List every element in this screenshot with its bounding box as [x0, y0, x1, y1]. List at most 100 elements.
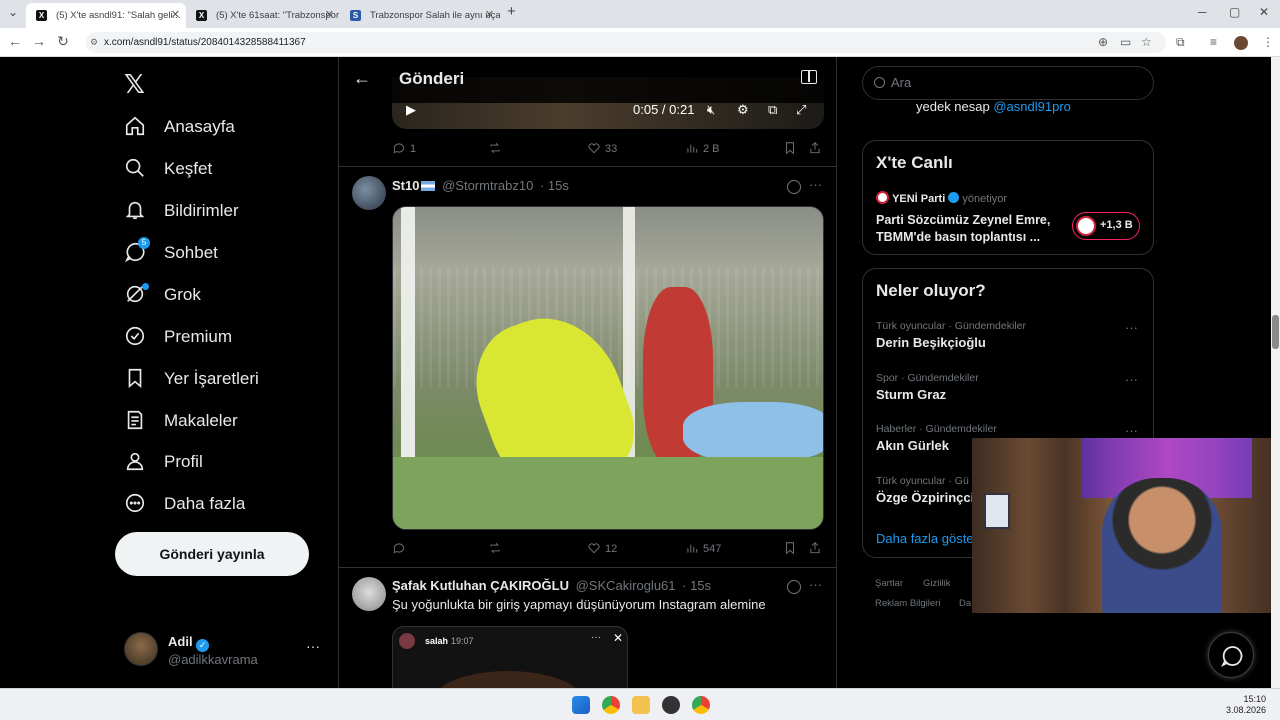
footer-link-more[interactable]: Da: [959, 598, 971, 609]
mute-icon[interactable]: 🔇︎: [707, 102, 715, 118]
account-more-icon[interactable]: ···: [306, 638, 320, 654]
nav-chat[interactable]: 5 Sohbet: [124, 235, 218, 271]
footer-link-privacy[interactable]: Gizlilik: [923, 578, 950, 589]
reload-icon[interactable]: ↻: [54, 33, 72, 50]
nav-label: Profil: [164, 452, 203, 471]
footer-link-ads[interactable]: Reklam Bilgileri: [875, 598, 940, 609]
trend-item[interactable]: Spor · Gündemdekiler Sturm Graz ···: [876, 372, 1146, 402]
views-button[interactable]: 547: [685, 541, 721, 555]
bookmark-button[interactable]: [783, 141, 801, 155]
like-button[interactable]: 33: [587, 141, 617, 155]
x-logo-icon[interactable]: 𝕏: [124, 69, 145, 100]
cast-icon[interactable]: ▭: [1120, 35, 1131, 49]
nav-label: Anasayfa: [164, 117, 235, 136]
file-explorer-icon[interactable]: [632, 696, 650, 714]
tab-search-icon[interactable]: ⌄: [8, 5, 18, 19]
chrome-icon[interactable]: [602, 696, 620, 714]
listener-count: +1,3 B: [1100, 219, 1133, 231]
site-info-icon[interactable]: ⚙: [90, 32, 98, 53]
grok-explain-icon[interactable]: [787, 180, 801, 194]
fullscreen-icon[interactable]: ⤢: [796, 102, 806, 118]
account-switcher[interactable]: Adil ✓ @adilkkavrama ···: [124, 632, 324, 672]
tab-close-icon[interactable]: ✕: [171, 3, 180, 28]
avatar[interactable]: [352, 176, 386, 210]
obs-icon[interactable]: [662, 696, 680, 714]
reply-button[interactable]: [392, 541, 410, 555]
nav-articles[interactable]: Makaleler: [124, 403, 238, 439]
post-more-icon[interactable]: ···: [809, 577, 822, 592]
trend-meta: Spor · Gündemdekiler: [876, 372, 979, 384]
show-more-link[interactable]: Daha fazla göste: [876, 531, 974, 546]
browser-tab-2[interactable]: X (5) X'te 61saat: "Trabzonspor Sa... ✕: [186, 3, 340, 28]
video-time: 0:05 / 0:21: [633, 102, 695, 117]
browser-tab-1[interactable]: X (5) X'te asndl91: "Salah geli... ✕: [26, 3, 186, 28]
nav-home[interactable]: Anasayfa: [124, 109, 235, 145]
bookmark-button[interactable]: [783, 541, 801, 555]
restore-icon[interactable]: ▢: [1229, 5, 1240, 19]
reading-list-icon[interactable]: ≡: [1210, 35, 1217, 49]
trend-item[interactable]: Türk oyuncular · Gündemdekiler Derin Beş…: [876, 320, 1146, 350]
menu-icon[interactable]: ⋮: [1262, 35, 1274, 49]
nav-grok[interactable]: Grok: [124, 277, 201, 313]
new-tab-button[interactable]: +: [507, 3, 516, 20]
post-image[interactable]: salah 19:07 ··· ✕: [392, 626, 628, 688]
tab-close-icon[interactable]: ✕: [485, 3, 494, 28]
pip-icon[interactable]: ⧉: [768, 102, 777, 118]
nav-notifications[interactable]: Bildirimler: [124, 193, 239, 229]
post-image[interactable]: [392, 206, 824, 530]
live-host-row[interactable]: YENİ Parti yönetiyor: [876, 191, 1007, 205]
windows-start-icon[interactable]: [572, 696, 590, 714]
back-arrow-icon[interactable]: ←: [353, 68, 371, 89]
zoom-icon[interactable]: ⊕: [1098, 35, 1108, 49]
footer-link-terms[interactable]: Şartlar: [875, 578, 903, 589]
nav-bookmarks[interactable]: Yer İşaretleri: [124, 361, 259, 397]
nav-more[interactable]: Daha fazla: [124, 486, 245, 522]
star-icon[interactable]: ☆: [1141, 35, 1152, 49]
trend-more-icon[interactable]: ···: [1125, 423, 1138, 438]
scrollbar-thumb[interactable]: [1272, 315, 1279, 349]
bio-text: yedek nesap @asndl91pro: [916, 99, 1071, 114]
trend-more-icon[interactable]: ···: [1125, 372, 1138, 387]
like-button[interactable]: 12: [587, 541, 617, 555]
extensions-icon[interactable]: ⧉: [1176, 35, 1185, 50]
post-author[interactable]: Şafak Kutluhan ÇAKIROĞLU @SKCakiroglu61 …: [392, 578, 711, 593]
account-name: Adil ✓: [168, 634, 210, 652]
repost-button[interactable]: [488, 141, 506, 155]
nav-label: Daha fazla: [164, 494, 246, 513]
play-icon[interactable]: ▶: [406, 102, 416, 118]
tab-close-icon[interactable]: ✕: [325, 3, 334, 28]
chat-fab-button[interactable]: [1208, 632, 1254, 678]
live-headline[interactable]: Parti Sözcümüz Zeynel Emre, TBMM'de bası…: [876, 212, 1056, 246]
settings-icon[interactable]: ⚙: [737, 102, 749, 118]
post-author[interactable]: St10 @Stormtrabz10 · 15s: [392, 178, 569, 193]
chrome-icon[interactable]: [692, 696, 710, 714]
live-listeners-pill[interactable]: +1,3 B: [1072, 212, 1140, 240]
avatar[interactable]: [352, 577, 386, 611]
close-window-icon[interactable]: ✕: [1259, 5, 1269, 19]
repost-button[interactable]: [488, 541, 506, 555]
reader-mode-icon[interactable]: [801, 70, 817, 84]
share-button[interactable]: [808, 541, 826, 555]
system-clock[interactable]: 15:10 3.08.2026: [1226, 694, 1266, 716]
post-button[interactable]: Gönderi yayınla: [115, 532, 309, 576]
grok-explain-icon[interactable]: [787, 580, 801, 594]
back-icon[interactable]: ←: [6, 33, 24, 49]
trend-more-icon[interactable]: ···: [1125, 320, 1138, 335]
forward-icon[interactable]: →: [30, 33, 48, 49]
url-field[interactable]: ⚙ x.com/asndl91/status/20840143285884113…: [86, 32, 1166, 53]
nav-profile[interactable]: Profil: [124, 444, 203, 480]
views-button[interactable]: 2 B: [685, 141, 720, 155]
nav-explore[interactable]: Keşfet: [124, 151, 212, 187]
reply-button[interactable]: 1: [392, 141, 416, 155]
minimize-icon[interactable]: ─: [1198, 5, 1207, 19]
search-input[interactable]: Ara: [862, 66, 1154, 100]
bio-link[interactable]: @asndl91pro: [993, 99, 1071, 114]
browser-tab-3[interactable]: S Trabzonspor Salah ile aynı uçak... ✕: [340, 3, 500, 28]
post-more-icon[interactable]: ···: [809, 177, 822, 192]
trend-name: Derin Beşikçioğlu: [876, 335, 986, 350]
profile-avatar[interactable]: [1234, 36, 1248, 50]
nav-label: Sohbet: [164, 243, 218, 262]
nav-premium[interactable]: Premium: [124, 319, 232, 355]
page-scrollbar[interactable]: [1271, 57, 1280, 688]
share-button[interactable]: [808, 141, 826, 155]
